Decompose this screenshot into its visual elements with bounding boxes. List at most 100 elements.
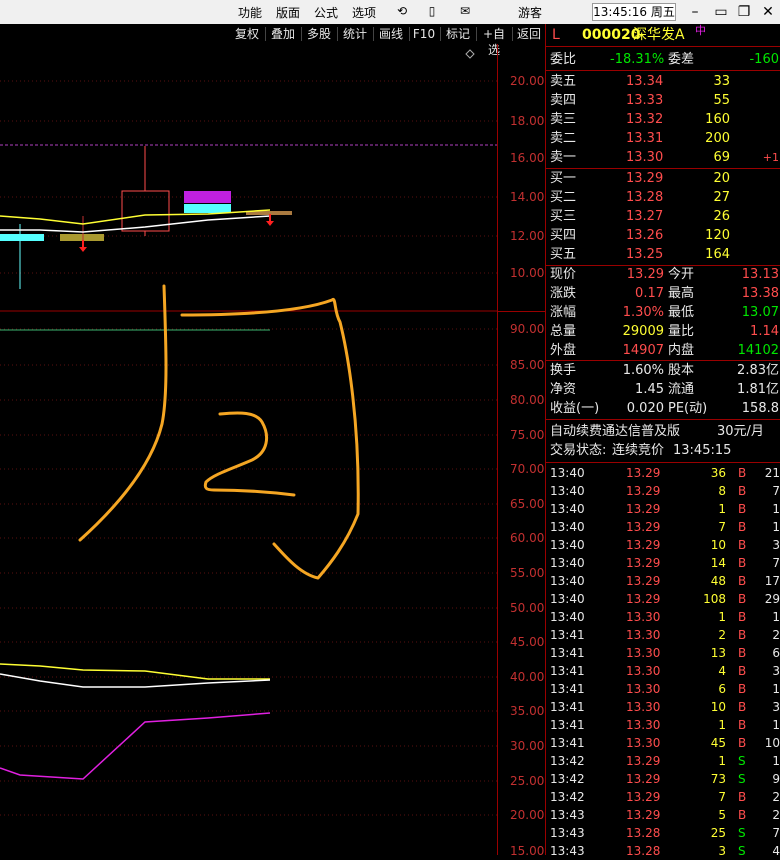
add-watchlist-button[interactable]: +自选 bbox=[477, 26, 511, 57]
multi-stock-button[interactable]: 多股 bbox=[304, 26, 334, 42]
ask-row[interactable]: 卖四 13.33 55 bbox=[546, 92, 780, 110]
quote-label: 最高 bbox=[668, 286, 695, 301]
tick-side: B bbox=[738, 502, 747, 516]
promo-price: 30元/月 bbox=[717, 424, 764, 439]
tick-time: 13:41 bbox=[550, 700, 585, 714]
tick-volume: 7 bbox=[718, 790, 726, 804]
tick-time: 13:41 bbox=[550, 682, 585, 696]
tick-price: 13.30 bbox=[626, 718, 661, 732]
menu-formula[interactable]: 公式 bbox=[314, 4, 338, 21]
tick-row[interactable]: 13:40 13.30 1 B 1 bbox=[546, 608, 780, 626]
tick-time: 13:43 bbox=[550, 826, 585, 840]
menu-function[interactable]: 功能 bbox=[238, 4, 262, 21]
back-button[interactable]: 返回 bbox=[514, 26, 544, 42]
tick-row[interactable]: 13:41 13.30 2 B 2 bbox=[546, 626, 780, 644]
axis-tick: 10.00 bbox=[510, 266, 545, 280]
overlay-button[interactable]: 叠加 bbox=[268, 26, 298, 42]
tick-row[interactable]: 13:41 13.30 4 B 3 bbox=[546, 662, 780, 680]
ask-row[interactable]: 卖二 13.31 200 bbox=[546, 130, 780, 148]
tick-row[interactable]: 13:42 13.29 7 B 2 bbox=[546, 788, 780, 806]
ask-volume: 55 bbox=[713, 93, 730, 108]
tick-row[interactable]: 13:40 13.29 1 B 1 bbox=[546, 500, 780, 518]
tick-volume: 13 bbox=[710, 646, 726, 660]
tick-volume: 2 bbox=[718, 628, 726, 642]
bid-row[interactable]: 买五 13.25 164 bbox=[546, 246, 780, 264]
ma-line-yellow bbox=[0, 209, 271, 225]
trade-status-time: 13:45:15 bbox=[673, 443, 732, 458]
indicator-line-white bbox=[0, 673, 271, 688]
bid-row[interactable]: 买四 13.26 120 bbox=[546, 227, 780, 245]
bid-price: 13.26 bbox=[626, 228, 664, 243]
tick-row[interactable]: 13:42 13.29 73 S 9 bbox=[546, 770, 780, 788]
maximize-icon[interactable]: ▭ bbox=[710, 3, 732, 21]
tick-price: 13.30 bbox=[626, 646, 661, 660]
tick-row[interactable]: 13:40 13.29 7 B 1 bbox=[546, 518, 780, 536]
tick-row[interactable]: 13:40 13.29 108 B 29 bbox=[546, 590, 780, 608]
restore-icon[interactable]: ❐ bbox=[733, 3, 755, 21]
stats-button[interactable]: 统计 bbox=[340, 26, 370, 42]
axis-tick: 25.00 bbox=[510, 774, 545, 788]
tick-row[interactable]: 13:41 13.30 13 B 6 bbox=[546, 644, 780, 662]
tick-row[interactable]: 13:40 13.29 10 B 3 bbox=[546, 536, 780, 554]
kline-chart[interactable] bbox=[0, 44, 497, 855]
tick-volume: 1 bbox=[718, 610, 726, 624]
bid-row[interactable]: 买一 13.29 20 bbox=[546, 170, 780, 188]
axis-tick: 18.00 bbox=[510, 114, 545, 128]
tick-row[interactable]: 13:40 13.29 48 B 17 bbox=[546, 572, 780, 590]
ask-row[interactable]: 卖三 13.32 160 bbox=[546, 111, 780, 129]
tick-volume: 5 bbox=[718, 808, 726, 822]
refresh-icon[interactable]: ⟲ bbox=[395, 4, 409, 18]
fundamental-label: 收益(一) bbox=[550, 401, 600, 416]
menu-options[interactable]: 选项 bbox=[352, 4, 376, 21]
menu-layout[interactable]: 版面 bbox=[276, 4, 300, 21]
guest-label[interactable]: 游客 bbox=[518, 4, 542, 21]
promo-banner[interactable]: 自动续费通达信普及版 30元/月 bbox=[546, 423, 780, 441]
tick-row[interactable]: 13:40 13.29 36 B 21 bbox=[546, 464, 780, 482]
bid-label: 买三 bbox=[550, 209, 577, 224]
mark-button[interactable]: 标记 bbox=[443, 26, 473, 42]
bid-label: 买二 bbox=[550, 190, 577, 205]
fundamental-label: 股本 bbox=[668, 363, 695, 378]
ask-price: 13.33 bbox=[626, 93, 664, 108]
tick-volume: 73 bbox=[710, 772, 726, 786]
ask-volume: 69 bbox=[713, 150, 730, 165]
tick-row[interactable]: 13:43 13.29 5 B 2 bbox=[546, 806, 780, 824]
ask-change: +1 bbox=[762, 151, 779, 164]
close-icon[interactable]: ✕ bbox=[757, 3, 779, 21]
tick-volume: 36 bbox=[710, 466, 726, 480]
axis-tick: 50.00 bbox=[510, 601, 545, 615]
mail-icon[interactable]: ✉ bbox=[458, 4, 472, 18]
axis-tick: 35.00 bbox=[510, 704, 545, 718]
f10-button[interactable]: F10 bbox=[411, 26, 437, 42]
quote-value: 13.07 bbox=[741, 305, 779, 320]
ask-row[interactable]: 卖一 13.30 69 +1 bbox=[546, 149, 780, 167]
tick-volume: 10 bbox=[710, 700, 726, 714]
bid-row[interactable]: 买二 13.28 27 bbox=[546, 189, 780, 207]
tick-row[interactable]: 13:40 13.29 8 B 7 bbox=[546, 482, 780, 500]
tick-row[interactable]: 13:43 13.28 25 S 7 bbox=[546, 824, 780, 842]
tick-row[interactable]: 13:41 13.30 10 B 3 bbox=[546, 698, 780, 716]
quote-label: 量比 bbox=[668, 324, 695, 339]
bid-row[interactable]: 买三 13.27 26 bbox=[546, 208, 780, 226]
quote-label: 现价 bbox=[550, 267, 577, 282]
tick-row[interactable]: 13:42 13.29 1 S 1 bbox=[546, 752, 780, 770]
bid-label: 买五 bbox=[550, 247, 577, 262]
fuquan-button[interactable]: 复权 bbox=[232, 26, 262, 42]
minimize-icon[interactable]: – bbox=[684, 3, 706, 21]
tick-time: 13:42 bbox=[550, 790, 585, 804]
draw-line-button[interactable]: 画线 bbox=[376, 26, 406, 42]
tick-row[interactable]: 13:43 13.28 3 S 4 bbox=[546, 842, 780, 860]
tick-row[interactable]: 13:41 13.30 6 B 1 bbox=[546, 680, 780, 698]
tick-row[interactable]: 13:41 13.30 1 B 1 bbox=[546, 716, 780, 734]
diamond-icon bbox=[465, 49, 475, 59]
tick-row[interactable]: 13:41 13.30 45 B 10 bbox=[546, 734, 780, 752]
axis-tick: 80.00 bbox=[510, 393, 545, 407]
ask-row[interactable]: 卖五 13.34 33 bbox=[546, 73, 780, 91]
axis-tick: 16.00 bbox=[510, 151, 545, 165]
axis-tick: 85.00 bbox=[510, 358, 545, 372]
phone-icon[interactable]: ▯ bbox=[425, 4, 439, 18]
ask-volume: 200 bbox=[705, 131, 730, 146]
tick-count: 21 bbox=[764, 466, 780, 480]
stock-header[interactable]: L 000020 深华发A 中 bbox=[546, 24, 780, 44]
tick-row[interactable]: 13:40 13.29 14 B 7 bbox=[546, 554, 780, 572]
